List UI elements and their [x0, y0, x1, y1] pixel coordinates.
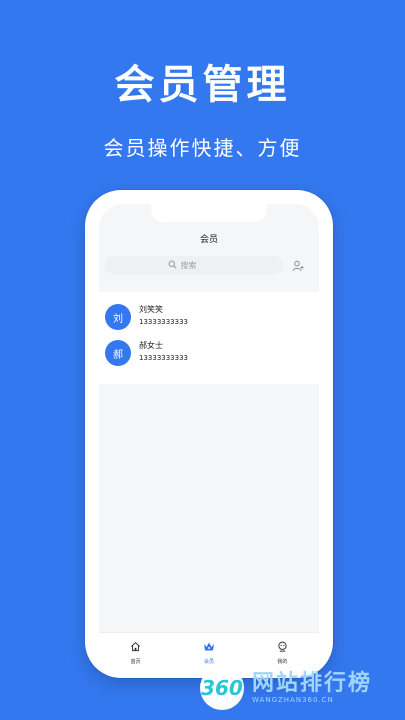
member-item[interactable]: 刘 刘笑笑 13333333333 [99, 296, 319, 336]
headline: 会员管理 [114, 62, 291, 108]
watermark-text: 网站排行榜 WANGZHAN360.CN [252, 671, 373, 705]
avatar: 刘 [105, 304, 131, 330]
tab-mine[interactable]: 我的 [246, 633, 319, 664]
phone-notch [151, 204, 267, 222]
member-phone: 13333333333 [139, 354, 188, 362]
phone-frame: 会员 刘 刘笑笑 13333333333 郝 郝女士 [85, 190, 333, 678]
tab-label: 会员 [203, 659, 214, 664]
member-list: 刘 刘笑笑 13333333333 郝 郝女士 13333333333 [99, 292, 319, 384]
member-name: 刘笑笑 [139, 305, 163, 314]
app-screen: 会员 刘 刘笑笑 13333333333 郝 郝女士 [99, 204, 319, 664]
nav-title: 会员 [199, 235, 218, 245]
search-input[interactable] [180, 260, 221, 270]
home-icon [130, 637, 141, 656]
watermark: 360 网站排行榜 WANGZHAN360.CN [200, 666, 400, 710]
user-icon [277, 637, 288, 656]
member-phone: 13333333333 [139, 318, 188, 326]
search-icon [168, 260, 177, 271]
add-user-icon [292, 257, 304, 276]
search-row [99, 254, 319, 278]
member-item[interactable]: 郝 郝女士 13333333333 [99, 332, 319, 372]
watermark-logo: 360 [200, 666, 244, 710]
search-box[interactable] [105, 256, 283, 274]
tab-bar: 首页 会员 我的 [99, 632, 319, 664]
tab-home[interactable]: 首页 [99, 633, 172, 664]
tab-label: 首页 [130, 659, 141, 664]
watermark-sub: WANGZHAN360.CN [252, 696, 334, 704]
member-name: 郝女士 [139, 341, 163, 350]
subline: 会员操作快捷、方便 [103, 136, 302, 160]
tab-members[interactable]: 会员 [172, 633, 245, 664]
crown-icon [203, 637, 215, 656]
watermark-main: 网站排行榜 [252, 671, 373, 696]
add-member-button[interactable] [289, 257, 307, 275]
tab-label: 我的 [277, 659, 288, 664]
avatar: 郝 [105, 340, 131, 366]
